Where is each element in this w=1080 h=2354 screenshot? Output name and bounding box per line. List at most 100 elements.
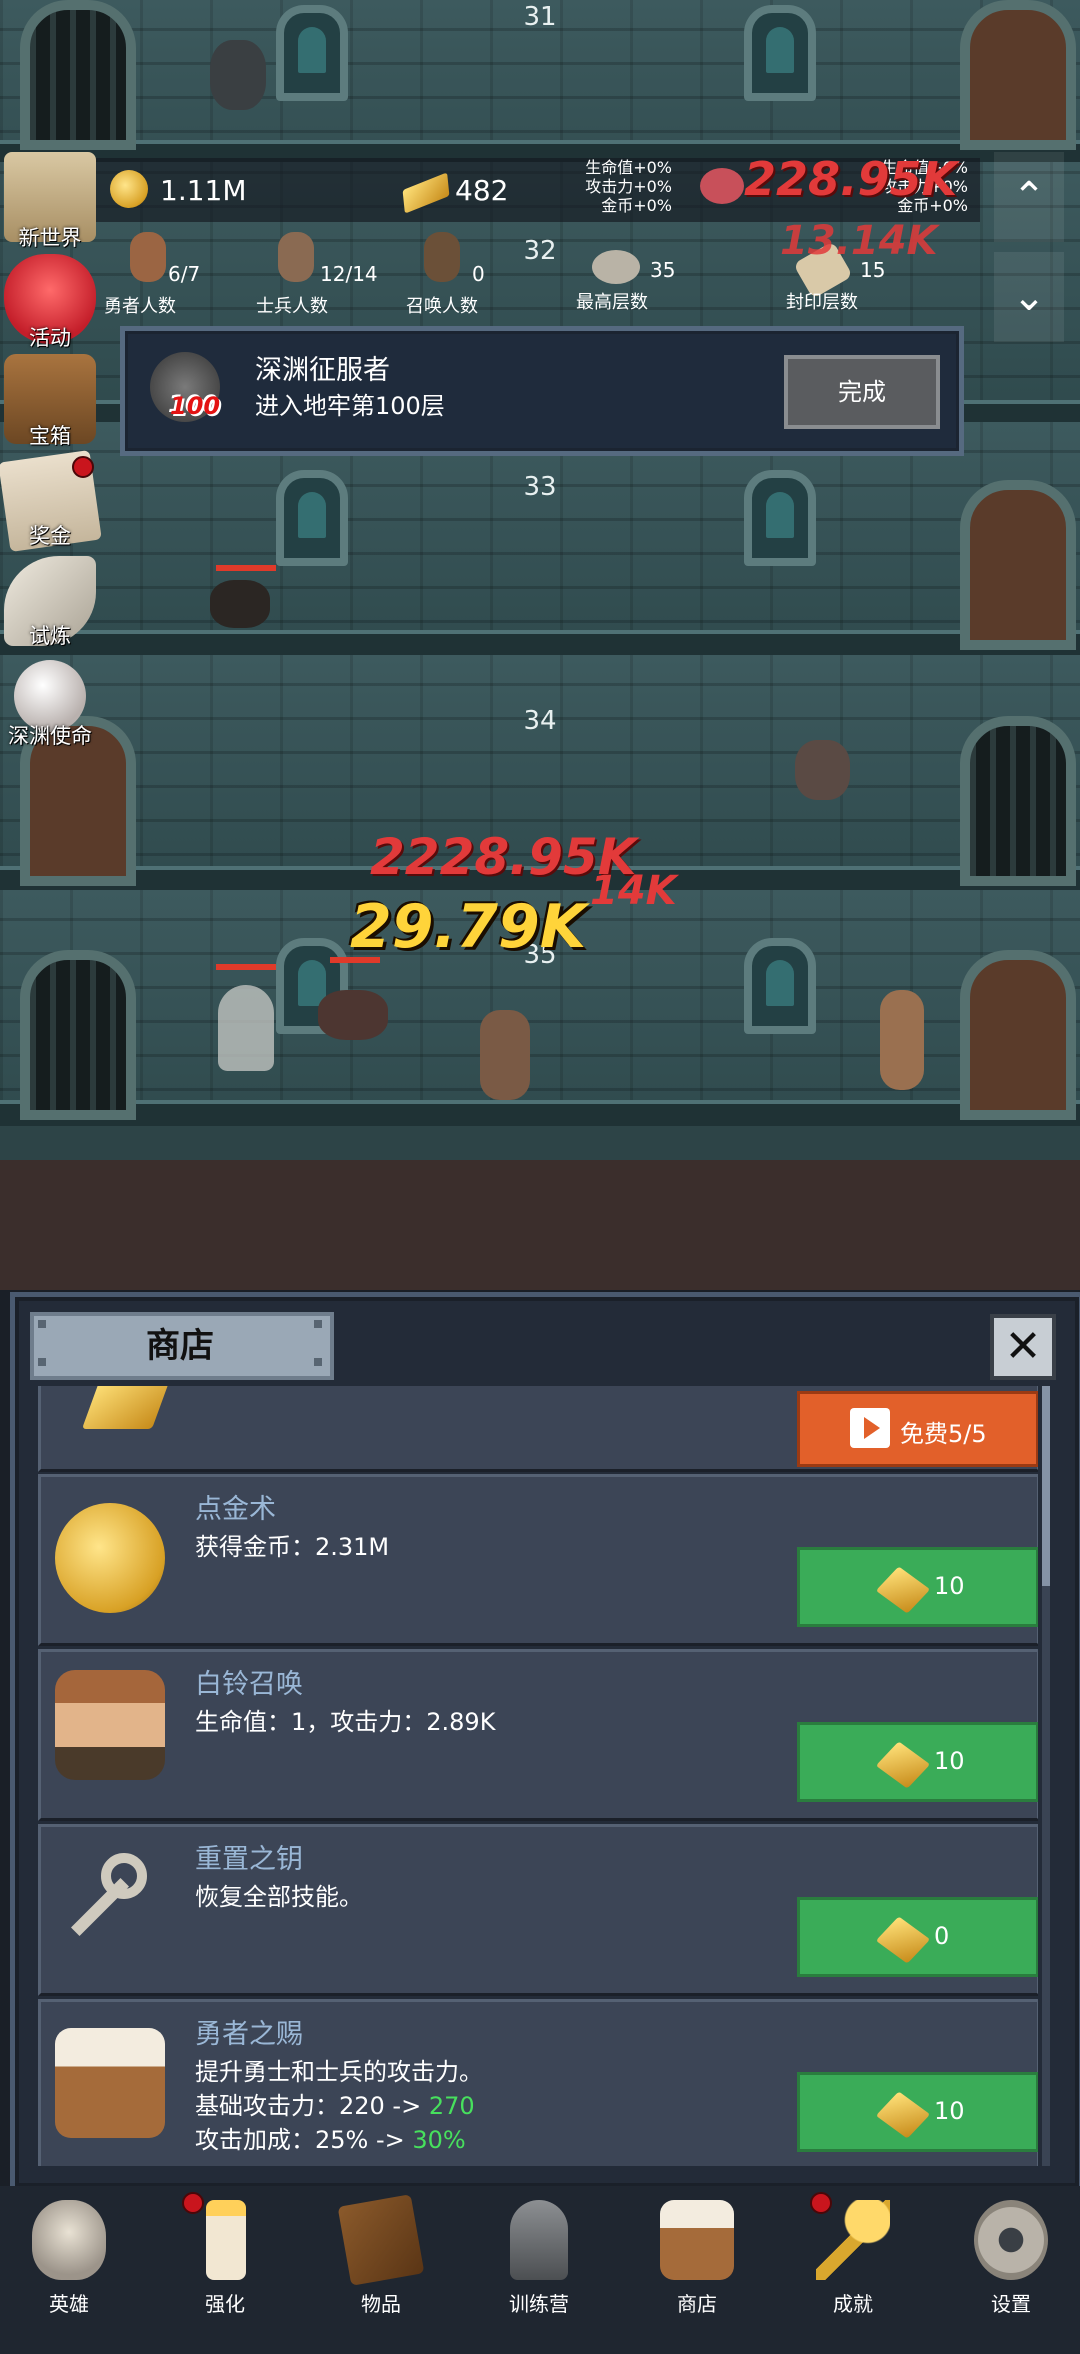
- shop-item-hero-gift: 勇者之赐 提升勇士和士兵的攻击力。 基础攻击力：220 -> 270 攻击加成：…: [38, 1999, 1038, 2166]
- scroll-up-button[interactable]: ⌃: [994, 152, 1064, 242]
- character-portrait-icon: [55, 1670, 165, 1780]
- hero-character: [480, 1010, 530, 1100]
- shop-item-list[interactable]: 免费5/5 点金术 获得金币：2.31M 10 白铃召唤 生命值：1，攻击力：2…: [30, 1386, 1038, 2166]
- notification-dot: [182, 2192, 204, 2214]
- hero-character: [880, 990, 924, 1090]
- mug-icon: [55, 2028, 165, 2138]
- skull-icon: [32, 2200, 106, 2280]
- hero-avatar-icon: [130, 232, 166, 282]
- shop-item-reset-key: 重置之钥 恢复全部技能。 0: [38, 1824, 1038, 1996]
- meat-icon: [700, 168, 744, 204]
- close-button[interactable]: ✕: [990, 1314, 1056, 1380]
- nav-label: 强化: [205, 2292, 245, 2316]
- door: [960, 480, 1076, 650]
- mug-icon: [660, 2200, 734, 2280]
- floor-33: [0, 422, 1080, 657]
- lantern-icon: [510, 2200, 568, 2280]
- video-play-icon: [850, 1408, 890, 1448]
- item-stat-line: 攻击加成：25% -> 30%: [195, 2120, 466, 2155]
- soldier-count: 12/14: [320, 262, 378, 286]
- bat-monster: [795, 740, 850, 800]
- gold-bar-icon: [81, 1386, 171, 1429]
- shop-item-alchemy: 点金术 获得金币：2.31M 10: [38, 1474, 1038, 1646]
- window: [276, 470, 348, 566]
- item-name: 重置之钥: [195, 1844, 303, 1875]
- scroll-down-button[interactable]: ⌄: [994, 252, 1064, 342]
- floor-number: 34: [523, 706, 557, 736]
- candle-icon: [206, 2200, 246, 2280]
- nav-items[interactable]: 物品: [326, 2192, 436, 2316]
- shop-item-summon: 白铃召唤 生命值：1，攻击力：2.89K 10: [38, 1649, 1038, 1821]
- damage-number: 29.79K: [350, 892, 587, 962]
- nav-upgrade[interactable]: 强化: [170, 2192, 280, 2316]
- coin-amount: 1.11M: [160, 174, 247, 207]
- item-description: 提升勇士和士兵的攻击力。: [195, 2058, 483, 2086]
- nav-achievements[interactable]: 成就: [798, 2192, 908, 2316]
- nav-label: 训练营: [509, 2292, 569, 2316]
- sidebar-label-bonus[interactable]: 奖金: [0, 520, 100, 550]
- nav-settings[interactable]: 设置: [956, 2192, 1066, 2316]
- coin-bonus: 金币+0%: [601, 196, 672, 215]
- gold-bar-icon: [875, 2091, 931, 2139]
- floor-ledge: [0, 630, 1080, 656]
- stat-old: 基础攻击力：220 ->: [195, 2092, 429, 2120]
- buy-button[interactable]: 0: [797, 1897, 1038, 1977]
- floor-number: 33: [523, 472, 557, 502]
- hp-bonus: 生命值+0%: [585, 158, 672, 177]
- damage-number: 13.14K: [780, 218, 938, 264]
- soldier-avatar-icon: [278, 232, 314, 282]
- gold-amount: 482: [455, 174, 509, 207]
- door: [960, 716, 1076, 886]
- ghost-monster: [210, 40, 266, 110]
- nav-label: 物品: [361, 2292, 401, 2316]
- notification-dot: [72, 456, 94, 478]
- buy-button[interactable]: 10: [797, 1547, 1038, 1627]
- summon-count-label: 召唤人数: [406, 296, 478, 317]
- stat-new: 30%: [412, 2126, 466, 2154]
- summon-count: 0: [472, 262, 485, 286]
- coin-icon: [110, 170, 148, 208]
- buy-button[interactable]: 10: [797, 1722, 1038, 1802]
- nav-training-camp[interactable]: 训练营: [484, 2192, 594, 2316]
- book-icon: [337, 2194, 425, 2286]
- floor-number: 31: [523, 2, 557, 32]
- nav-label: 成就: [833, 2292, 873, 2316]
- spider-monster: [210, 580, 270, 628]
- sidebar-label-event[interactable]: 活动: [0, 322, 100, 352]
- gear-icon: [974, 2200, 1048, 2280]
- achievement-badge: 100: [170, 392, 221, 420]
- item-price: 0: [934, 1922, 950, 1950]
- max-floor-value: 35: [650, 258, 676, 282]
- door: [20, 0, 136, 150]
- sidebar-label-abyss-mission[interactable]: 深渊使命: [0, 720, 100, 750]
- sidebar-label-trial[interactable]: 试炼: [0, 620, 100, 650]
- achievement-complete-button[interactable]: 完成: [784, 355, 940, 429]
- enemy-hp-bar: [216, 964, 276, 970]
- nav-label: 商店: [677, 2292, 717, 2316]
- rock-icon: [592, 250, 640, 284]
- item-name: 勇者之赐: [195, 2019, 303, 2050]
- shop-title: 商店: [146, 1326, 214, 1366]
- achievement-title: 深渊征服者: [255, 355, 390, 386]
- buy-button[interactable]: 10: [797, 2072, 1038, 2152]
- window: [744, 938, 816, 1034]
- summon-avatar-icon: [424, 232, 460, 282]
- stat-old: 攻击加成：25% ->: [195, 2126, 413, 2154]
- nav-shop[interactable]: 商店: [642, 2192, 752, 2316]
- notification-dot: [810, 2192, 832, 2214]
- shop-scroll-thumb[interactable]: [1042, 1386, 1050, 1586]
- ghost-monster: [218, 985, 274, 1071]
- sidebar-label-new-world[interactable]: 新世界: [0, 222, 100, 252]
- seal-floor-label: 封印层数: [786, 292, 858, 313]
- window: [744, 470, 816, 566]
- floor-ledge: [0, 1100, 1080, 1126]
- free-video-button[interactable]: 免费5/5: [797, 1391, 1038, 1467]
- sidebar-label-chest[interactable]: 宝箱: [0, 420, 100, 450]
- achievement-description: 进入地牢第100层: [255, 392, 445, 420]
- nav-heroes[interactable]: 英雄: [14, 2192, 124, 2316]
- bonus-stats: 生命值+0% 攻击力+0% 金币+0%: [560, 158, 672, 215]
- item-price: 10: [934, 2097, 965, 2125]
- item-price: 10: [934, 1747, 965, 1775]
- key-icon: [55, 1849, 165, 1959]
- enemy-hp-bar: [216, 565, 276, 571]
